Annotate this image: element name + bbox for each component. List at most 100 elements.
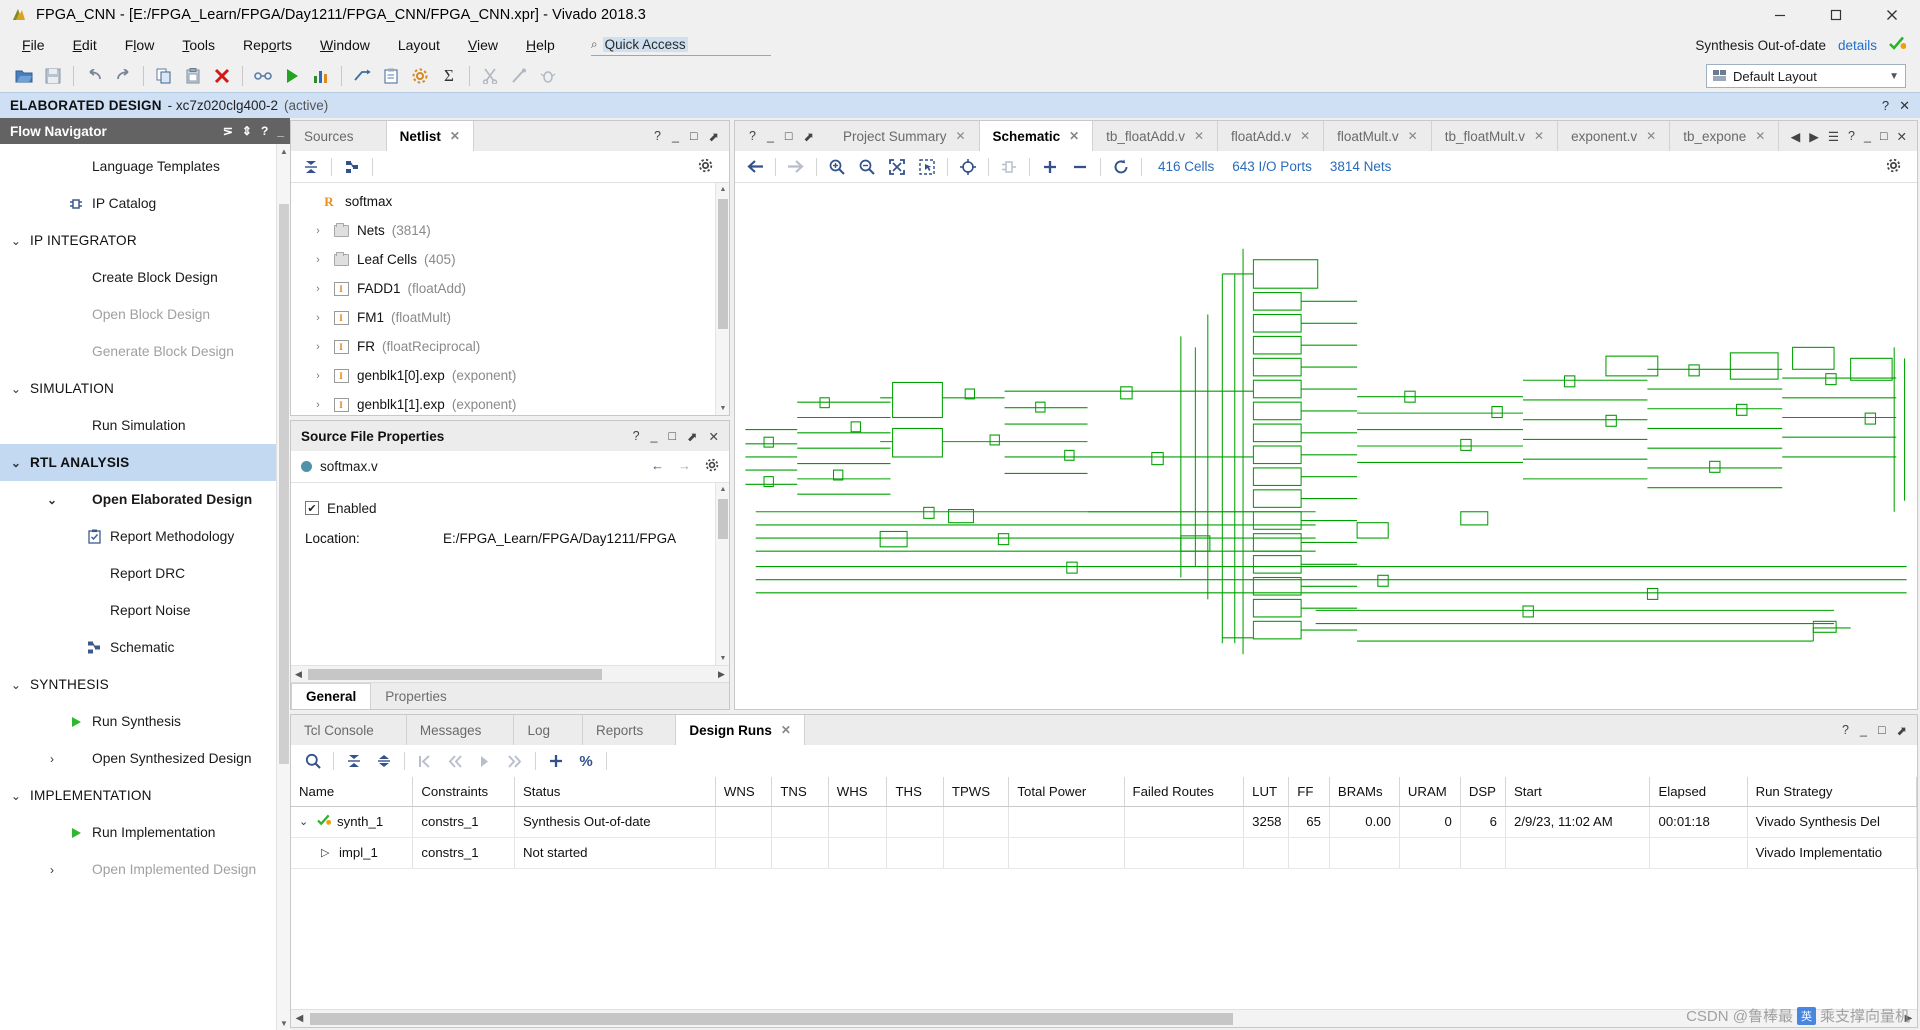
close-icon[interactable]: ✕: [709, 429, 719, 444]
hscroll-thumb[interactable]: [308, 668, 602, 680]
flow-nav-item-rtl-analysis[interactable]: ⌄ RTL ANALYSIS: [0, 444, 290, 481]
open-project-icon[interactable]: [10, 63, 38, 89]
column-header-constraints[interactable]: Constraints: [412, 777, 515, 807]
minimize-icon[interactable]: _: [1860, 723, 1867, 737]
flow-nav-item-run-synthesis[interactable]: Run Synthesis: [0, 703, 290, 740]
close-icon[interactable]: ✕: [1755, 129, 1765, 143]
close-icon[interactable]: ✕: [1646, 129, 1656, 143]
menu-view[interactable]: View: [454, 33, 512, 57]
chevron-right-icon[interactable]: ›: [311, 225, 325, 237]
save-icon[interactable]: [39, 63, 67, 89]
close-icon[interactable]: ✕: [1897, 129, 1907, 144]
flow-nav-item-create-block-design[interactable]: Create Block Design: [0, 259, 290, 296]
design-runs-hscrollbar[interactable]: ◀ ▶: [291, 1009, 1917, 1027]
tab-reports[interactable]: Reports✕: [583, 715, 677, 745]
tab-schematic[interactable]: Schematic ✕: [979, 121, 1094, 151]
tab-project-summary[interactable]: Project Summary ✕: [829, 121, 980, 151]
banner-close-icon[interactable]: ✕: [1899, 98, 1910, 114]
implement-icon[interactable]: [348, 63, 376, 89]
close-icon[interactable]: ✕: [450, 129, 460, 143]
close-icon[interactable]: ✕: [1194, 129, 1204, 143]
flow-nav-item-report-drc[interactable]: Report DRC: [0, 555, 290, 592]
quick-access-input[interactable]: Quick Access: [602, 37, 688, 52]
table-row[interactable]: ▷ impl_1 constrs_1 Not started Vivado Implem…: [291, 837, 1917, 869]
menu-tools[interactable]: Tools: [168, 33, 229, 57]
float-icon[interactable]: ⬈: [709, 129, 719, 144]
tab-floatmult-v[interactable]: floatMult.v ✕: [1324, 121, 1432, 151]
float-icon[interactable]: ⬈: [803, 129, 813, 144]
first-icon[interactable]: [411, 749, 439, 773]
gear-icon[interactable]: [1886, 158, 1901, 176]
redo-icon[interactable]: [109, 63, 137, 89]
collapse-all-icon[interactable]: ⋝: [223, 124, 233, 138]
scroll-up-icon[interactable]: ▲: [716, 483, 729, 496]
cell-icon[interactable]: [995, 155, 1023, 179]
paste-icon[interactable]: [179, 63, 207, 89]
tab-exponent-v[interactable]: exponent.v ✕: [1558, 121, 1671, 151]
undo-icon[interactable]: [80, 63, 108, 89]
banner-help-icon[interactable]: ?: [1882, 98, 1889, 114]
hscroll-track[interactable]: [306, 668, 714, 680]
zoom-in-icon[interactable]: [823, 155, 851, 179]
flow-nav-item-synthesis[interactable]: ⌄ SYNTHESIS: [0, 666, 290, 703]
minimize-button[interactable]: [1752, 0, 1808, 30]
netlist-node[interactable]: › Igenblk1[0].exp (exponent): [291, 361, 729, 390]
column-header-dsp[interactable]: DSP: [1460, 777, 1507, 807]
close-icon[interactable]: ✕: [1408, 129, 1418, 143]
tab-design-runs[interactable]: Design Runs ✕: [676, 715, 805, 745]
add-icon[interactable]: [542, 749, 570, 773]
flow-nav-item-open-block-design[interactable]: Open Block Design: [0, 296, 290, 333]
zoom-out-icon[interactable]: [853, 155, 881, 179]
column-header-tns[interactable]: TNS: [771, 777, 829, 807]
tab-floatadd-v[interactable]: floatAdd.v ✕: [1218, 121, 1325, 151]
sigma-icon[interactable]: Σ: [435, 63, 463, 89]
bug-icon[interactable]: [534, 63, 562, 89]
tab-list-icon[interactable]: ☰: [1828, 129, 1839, 144]
netlist-node[interactable]: › Nets (3814): [291, 216, 729, 245]
tab-prev-icon[interactable]: ◀: [1791, 129, 1801, 144]
flow-nav-item-simulation[interactable]: ⌄ SIMULATION: [0, 370, 290, 407]
run-name-cell[interactable]: ▷ impl_1: [291, 837, 414, 869]
sfp-tab-properties[interactable]: Properties: [371, 683, 461, 709]
menu-help[interactable]: Help: [512, 33, 569, 57]
scroll-down-icon[interactable]: ▼: [716, 652, 729, 665]
column-header-elapsed[interactable]: Elapsed: [1649, 777, 1748, 807]
search-icon[interactable]: [299, 749, 327, 773]
chevron-right-icon[interactable]: ›: [44, 863, 60, 877]
forward-arrow-icon[interactable]: [782, 155, 810, 179]
schematic-count-1[interactable]: 643 I/O Ports: [1232, 159, 1312, 174]
sfp-hscrollbar[interactable]: ◀ ▶: [291, 665, 729, 682]
chevron-right-icon[interactable]: ›: [311, 254, 325, 266]
tab-tb-floatmult-v[interactable]: tb_floatMult.v ✕: [1431, 121, 1559, 151]
netlist-node[interactable]: › I FR (floatReciprocal): [291, 332, 729, 361]
schematic-count-0[interactable]: 416 Cells: [1158, 159, 1214, 174]
maximize-button[interactable]: [1808, 0, 1864, 30]
sort-icon[interactable]: ⇕: [242, 124, 252, 138]
column-header-wns[interactable]: WNS: [715, 777, 773, 807]
close-icon[interactable]: ✕: [955, 129, 965, 143]
column-header-name[interactable]: Name: [291, 777, 414, 807]
flow-navigator-scrollbar[interactable]: ▲ ▼: [276, 144, 290, 1030]
scroll-up-icon[interactable]: ▲: [716, 183, 729, 196]
next-icon[interactable]: [471, 749, 499, 773]
minimize-icon[interactable]: _: [767, 129, 774, 143]
layout-dropdown[interactable]: Default Layout ▼: [1706, 64, 1906, 88]
netlist-root-node[interactable]: Rsoftmax: [291, 187, 729, 216]
flow-nav-item-report-noise[interactable]: Report Noise: [0, 592, 290, 629]
column-header-ths[interactable]: THS: [886, 777, 944, 807]
hscroll-thumb[interactable]: [310, 1012, 1234, 1025]
flow-nav-item-open-synthesized-design[interactable]: › Open Synthesized Design: [0, 740, 290, 777]
tab-netlist[interactable]: Netlist ✕: [386, 121, 474, 151]
run-link-icon[interactable]: [249, 63, 277, 89]
scroll-right-icon[interactable]: ▶: [714, 669, 729, 680]
column-header-start[interactable]: Start: [1505, 777, 1651, 807]
maximize-icon[interactable]: □: [1880, 129, 1888, 143]
help-icon[interactable]: ?: [1842, 723, 1849, 737]
gear-icon[interactable]: [698, 158, 713, 176]
menu-layout[interactable]: Layout: [384, 33, 454, 57]
run-name-cell[interactable]: ⌄ synth_1: [291, 806, 414, 838]
cut-icon[interactable]: [476, 63, 504, 89]
crosshair-icon[interactable]: [954, 155, 982, 179]
collapse-all-icon[interactable]: [340, 749, 368, 773]
tab-messages[interactable]: Messages✕: [406, 715, 515, 745]
